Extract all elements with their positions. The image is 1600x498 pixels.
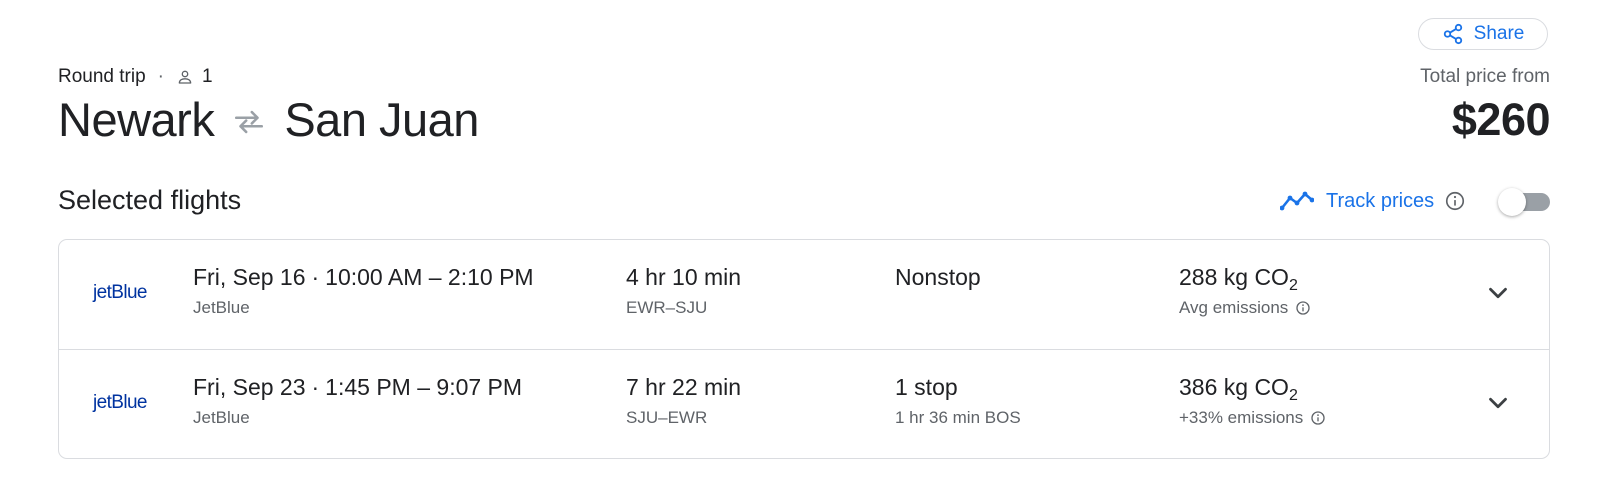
toggle-knob (1498, 188, 1526, 216)
flight-stops: Nonstop (895, 264, 981, 290)
flight-layover: 1 hr 36 min BOS (895, 408, 1021, 427)
separator-dot: · (311, 264, 320, 290)
flight-airports: SJU–EWR (626, 408, 708, 427)
emissions-value: 288 kg CO (1179, 264, 1289, 290)
flight-date: Fri, Sep 16 (193, 264, 306, 290)
emissions-note: Avg emissions (1179, 298, 1311, 318)
flight-times: Fri, Sep 23 · 1:45 PM – 9:07 PM (193, 374, 522, 401)
flight-emissions: 288 kg CO2 (1179, 264, 1298, 295)
airline-logo: jetBlue (93, 282, 148, 303)
info-icon[interactable] (1310, 410, 1326, 426)
flight-airports: EWR–SJU (626, 298, 708, 317)
flight-duration: 4 hr 10 min (626, 264, 742, 290)
total-price: $260 (1451, 94, 1551, 145)
person-icon (178, 70, 192, 84)
airline-name: JetBlue (193, 298, 250, 317)
origin-city: Newark (58, 93, 215, 146)
selected-flights-list: jetBlue Fri, Sep 16 · 10:00 AM – 2:10 PM J… (58, 239, 1550, 459)
trending-icon (1280, 191, 1314, 211)
share-button[interactable]: Share (1418, 18, 1548, 50)
price-label: Total price from (1420, 66, 1550, 87)
info-icon[interactable] (1444, 190, 1466, 212)
destination-city: San Juan (284, 93, 479, 146)
track-prices-label: Track prices (1326, 189, 1435, 212)
separator-dot: · (311, 374, 320, 400)
emissions-note-text: +33% emissions (1179, 408, 1304, 427)
share-label: Share (1473, 23, 1525, 44)
emissions-subscript: 2 (1288, 387, 1298, 404)
swap-arrows-icon (235, 110, 264, 133)
track-prices[interactable]: Track prices (1280, 188, 1466, 214)
track-prices-toggle[interactable] (1498, 188, 1550, 216)
flight-row[interactable]: jetBlue Fri, Sep 16 · 10:00 AM – 2:10 PM J… (59, 240, 1549, 349)
flight-times: Fri, Sep 16 · 10:00 AM – 2:10 PM (193, 264, 534, 291)
flight-row[interactable]: jetBlue Fri, Sep 23 · 1:45 PM – 9:07 PM Je… (59, 349, 1549, 458)
separator-dot: · (157, 66, 164, 87)
share-icon (1443, 23, 1462, 45)
flight-stops: 1 stop (895, 374, 958, 400)
flight-time-range: 10:00 AM – 2:10 PM (325, 264, 534, 290)
flight-duration: 7 hr 22 min (626, 374, 742, 400)
airline-logo: jetBlue (93, 392, 148, 413)
emissions-value: 386 kg CO (1179, 374, 1289, 400)
flight-emissions: 386 kg CO2 (1179, 374, 1298, 405)
trip-meta: Round trip · 1 (58, 66, 213, 88)
emissions-note-text: Avg emissions (1179, 298, 1289, 317)
passenger-count[interactable]: 1 (202, 66, 213, 88)
section-title: Selected flights (58, 185, 242, 215)
emissions-subscript: 2 (1288, 277, 1298, 294)
chevron-down-icon[interactable] (1483, 388, 1513, 418)
chevron-down-icon[interactable] (1483, 278, 1513, 308)
emissions-note: +33% emissions (1179, 408, 1326, 428)
flight-time-range: 1:45 PM – 9:07 PM (325, 374, 523, 400)
trip-type[interactable]: Round trip (58, 66, 146, 88)
flight-date: Fri, Sep 23 (193, 374, 306, 400)
airline-name: JetBlue (193, 408, 250, 427)
route-title: Newark San Juan (58, 92, 479, 147)
info-icon[interactable] (1295, 300, 1311, 316)
